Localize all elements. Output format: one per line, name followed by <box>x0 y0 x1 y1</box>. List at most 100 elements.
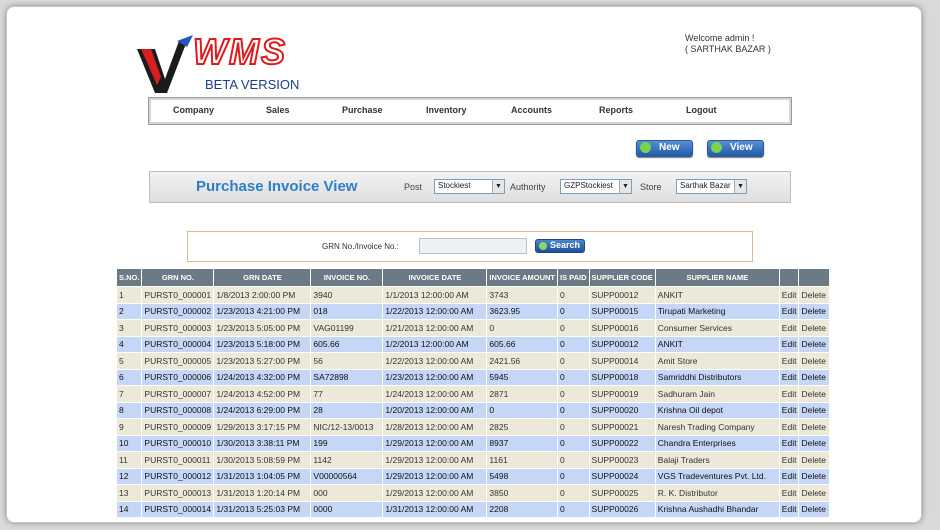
edit-link[interactable]: Edit <box>778 418 800 436</box>
view-button[interactable]: View <box>707 140 764 157</box>
delete-link[interactable]: Delete <box>798 385 831 403</box>
cell-grn-date: 1/23/2013 5:27:00 PM <box>213 352 312 370</box>
table-row: 13 PURST0_000013 1/31/2013 1:20:14 PM 000 1/… <box>115 484 831 502</box>
table-row: 6 PURST0_000006 1/24/2013 4:32:00 PM SA7289… <box>115 368 831 386</box>
delete-link[interactable]: Delete <box>798 451 831 469</box>
post-select[interactable]: Stockiest ▼ <box>434 179 505 194</box>
cell-is-paid: 0 <box>556 286 590 304</box>
delete-link[interactable]: Delete <box>798 434 831 452</box>
delete-link[interactable]: Delete <box>798 302 831 320</box>
edit-link[interactable]: Edit <box>778 467 800 485</box>
new-button[interactable]: New <box>636 140 693 157</box>
edit-link[interactable]: Edit <box>778 352 800 370</box>
cell-invoice-date: 1/28/2013 12:00:00 AM <box>382 418 488 436</box>
nav-company[interactable]: Company <box>173 105 214 115</box>
edit-link[interactable]: Edit <box>778 484 800 502</box>
col-delete <box>798 268 831 287</box>
delete-link[interactable]: Delete <box>798 319 831 337</box>
store-select[interactable]: Sarthak Bazar ▼ <box>676 179 747 194</box>
cell-grn-date: 1/30/2013 5:08:59 PM <box>213 451 312 469</box>
delete-link[interactable]: Delete <box>798 352 831 370</box>
cell-is-paid: 0 <box>556 434 590 452</box>
cell-invoice-date: 1/21/2013 12:00:00 AM <box>382 319 488 337</box>
cell-grn-date: 1/30/2013 3:38:11 PM <box>213 434 312 452</box>
edit-link[interactable]: Edit <box>778 319 800 337</box>
cell-invoice-amount: 0 <box>486 319 558 337</box>
edit-link[interactable]: Edit <box>778 401 800 419</box>
delete-link[interactable]: Delete <box>798 368 831 386</box>
cell-supplier-code: SUPP00019 <box>588 385 656 403</box>
cell-invoice-no: 605.66 <box>310 335 384 353</box>
cell-grn-no: PURST0_000009 <box>141 418 215 436</box>
table-row: 5 PURST0_000005 1/23/2013 5:27:00 PM 56 1/22… <box>115 352 831 370</box>
delete-link[interactable]: Delete <box>798 467 831 485</box>
cell-is-paid: 0 <box>556 467 590 485</box>
edit-link[interactable]: Edit <box>778 286 800 304</box>
cell-supplier-name: VGS Tradeventures Pvt. Ltd. <box>654 467 780 485</box>
logo-beta-text: BETA VERSION <box>205 77 300 92</box>
cell-grn-date: 1/8/2013 2:00:00 PM <box>213 286 312 304</box>
authority-select[interactable]: GZPStockiest ▼ <box>560 179 632 194</box>
search-button[interactable]: Search <box>535 239 585 253</box>
post-label: Post <box>404 182 423 192</box>
purchase-invoice-table: S.NO. GRN NO. GRN DATE INVOICE NO. INVOI… <box>115 268 831 518</box>
delete-link[interactable]: Delete <box>798 500 831 518</box>
edit-link[interactable]: Edit <box>778 451 800 469</box>
cell-supplier-name: ANKIT <box>654 335 780 353</box>
cell-grn-date: 1/31/2013 1:20:14 PM <box>213 484 312 502</box>
logo: WMS BETA VERSION <box>135 30 310 95</box>
table-row: 9 PURST0_000009 1/29/2013 3:17:15 PM NIC/12… <box>115 418 831 436</box>
edit-link[interactable]: Edit <box>778 302 800 320</box>
cell-supplier-name: Chandra Enterprises <box>654 434 780 452</box>
edit-link[interactable]: Edit <box>778 385 800 403</box>
cell-grn-no: PURST0_000014 <box>141 500 215 518</box>
col-grn-date: GRN DATE <box>213 268 312 287</box>
edit-link[interactable]: Edit <box>778 434 800 452</box>
delete-link[interactable]: Delete <box>798 401 831 419</box>
nav-inventory[interactable]: Inventory <box>426 105 467 115</box>
nav-logout[interactable]: Logout <box>686 105 717 115</box>
delete-link[interactable]: Delete <box>798 286 831 304</box>
cell-invoice-amount: 3850 <box>486 484 558 502</box>
search-panel: GRN No./Invoice No.: Search <box>187 231 753 262</box>
table-row: 11 PURST0_000011 1/30/2013 5:08:59 PM 1142 1… <box>115 451 831 469</box>
cell-supplier-name: ANKIT <box>654 286 780 304</box>
cell-supplier-name: Krishna Aushadhi Bhandar <box>654 500 780 518</box>
cell-invoice-date: 1/2/2013 12:00:00 AM <box>382 335 488 353</box>
cell-grn-date: 1/23/2013 4:21:00 PM <box>213 302 312 320</box>
cell-sno: 10 <box>115 434 143 452</box>
edit-link[interactable]: Edit <box>778 500 800 518</box>
table-row: 10 PURST0_000010 1/30/2013 3:38:11 PM 199 1/… <box>115 434 831 452</box>
nav-sales[interactable]: Sales <box>266 105 290 115</box>
cell-invoice-amount: 1161 <box>486 451 558 469</box>
cell-grn-date: 1/31/2013 5:25:03 PM <box>213 500 312 518</box>
delete-link[interactable]: Delete <box>798 335 831 353</box>
edit-link[interactable]: Edit <box>778 335 800 353</box>
cell-grn-date: 1/24/2013 4:52:00 PM <box>213 385 312 403</box>
cell-invoice-date: 1/31/2013 12:00:00 AM <box>382 500 488 518</box>
nav-purchase[interactable]: Purchase <box>342 105 383 115</box>
cell-is-paid: 0 <box>556 484 590 502</box>
nav-reports[interactable]: Reports <box>599 105 633 115</box>
cell-invoice-no: 000 <box>310 484 384 502</box>
grn-invoice-search-input[interactable] <box>419 238 527 254</box>
delete-link[interactable]: Delete <box>798 484 831 502</box>
cell-grn-date: 1/23/2013 5:18:00 PM <box>213 335 312 353</box>
cell-invoice-amount: 5945 <box>486 368 558 386</box>
delete-link[interactable]: Delete <box>798 418 831 436</box>
cell-is-paid: 0 <box>556 302 590 320</box>
cell-invoice-no: 28 <box>310 401 384 419</box>
cell-is-paid: 0 <box>556 352 590 370</box>
cell-supplier-code: SUPP00014 <box>588 352 656 370</box>
nav-accounts[interactable]: Accounts <box>511 105 552 115</box>
cell-invoice-no: 56 <box>310 352 384 370</box>
cell-invoice-amount: 8937 <box>486 434 558 452</box>
edit-link[interactable]: Edit <box>778 368 800 386</box>
cell-invoice-amount: 5498 <box>486 467 558 485</box>
cell-supplier-name: Krishna Oil depot <box>654 401 780 419</box>
cell-supplier-code: SUPP00015 <box>588 302 656 320</box>
cell-sno: 12 <box>115 467 143 485</box>
cell-invoice-no: NIC/12-13/0013 <box>310 418 384 436</box>
cell-grn-no: PURST0_000013 <box>141 484 215 502</box>
cell-supplier-name: Balaji Traders <box>654 451 780 469</box>
